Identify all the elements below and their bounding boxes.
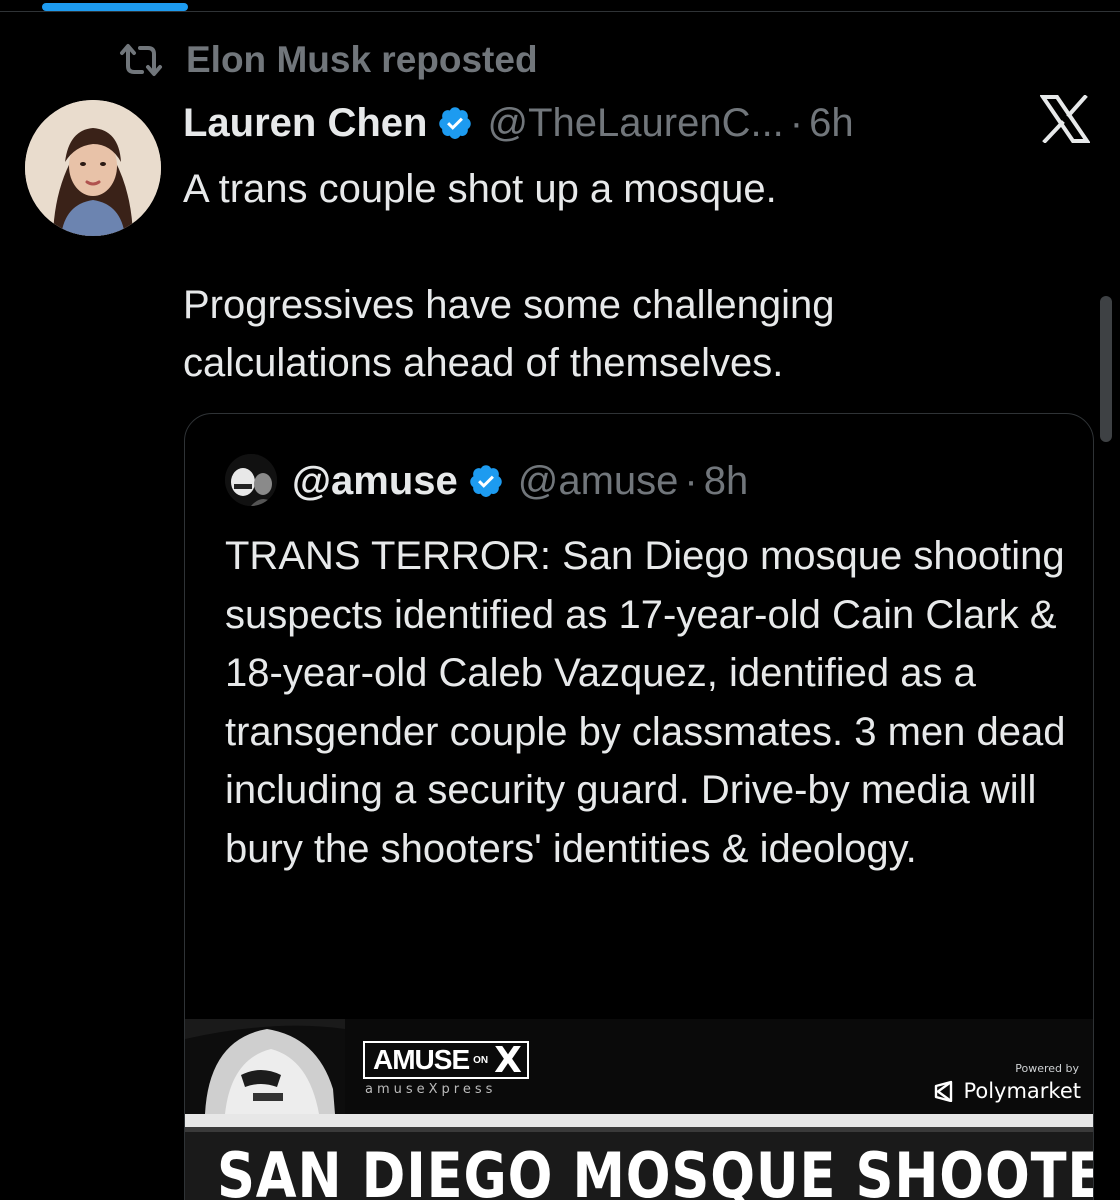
quoted-tweet-time[interactable]: 8h: [704, 459, 749, 504]
quoted-tweet-text: TRANS TERROR: San Diego mosque shooting …: [225, 534, 1066, 871]
media-headline-band: SAN DIEGO MOSQUE SHOOTERS: [185, 1127, 1094, 1200]
polymarket-label: Polymarket: [963, 1079, 1081, 1103]
quoted-media-banner[interactable]: AMUSE ON X amuseXpress Powered by Polyma…: [185, 1019, 1093, 1114]
repost-context[interactable]: Elon Musk reposted: [118, 38, 538, 82]
top-divider: [0, 11, 1120, 12]
tweet-header: Lauren Chen @TheLaurenC... · 6h: [183, 98, 854, 148]
scrollbar-thumb[interactable]: [1100, 296, 1112, 442]
stormtrooper-image: [185, 1019, 345, 1114]
x-logo-icon: [1040, 95, 1090, 143]
media-divider: [185, 1114, 1093, 1127]
amuse-subtitle: amuseXpress: [365, 1082, 497, 1097]
tweet-text-line: Progressives have some challenging calcu…: [183, 283, 835, 385]
repost-icon: [118, 42, 164, 78]
quoted-author-avatar[interactable]: [225, 454, 277, 506]
quoted-tweet-header: @amuse @amuse · 8h: [292, 456, 748, 506]
tweet-time[interactable]: 6h: [809, 101, 854, 146]
media-headline: SAN DIEGO MOSQUE SHOOTERS: [217, 1139, 1094, 1200]
polymarket-brand: Polymarket: [933, 1077, 1081, 1105]
powered-by-label: Powered by: [1015, 1062, 1079, 1075]
amuse-logo-on: ON: [473, 1054, 489, 1066]
author-display-name[interactable]: Lauren Chen: [183, 101, 427, 146]
amuse-logo: AMUSE ON X: [363, 1039, 529, 1081]
quoted-tweet-card[interactable]: @amuse @amuse · 8h TRANS TERROR: San Die…: [184, 413, 1094, 1200]
active-tab-indicator: [42, 3, 188, 11]
repost-label: Elon Musk reposted: [186, 39, 538, 80]
tweet-text: A trans couple shot up a mosque. Progres…: [183, 160, 1043, 392]
author-handle[interactable]: @TheLaurenC...: [487, 101, 783, 146]
amuse-logo-x: X: [494, 1039, 522, 1081]
tweet-text-line: A trans couple shot up a mosque.: [183, 167, 777, 211]
quoted-author-handle[interactable]: @amuse: [518, 459, 679, 504]
polymarket-logo-icon: [933, 1080, 963, 1102]
quoted-author-display-name[interactable]: @amuse: [292, 459, 458, 504]
meta-separator: ·: [684, 458, 698, 503]
meta-separator: ·: [789, 100, 804, 145]
author-avatar[interactable]: [25, 100, 161, 236]
verified-badge-icon: [468, 463, 504, 499]
verified-badge-icon: [437, 105, 473, 141]
amuse-logo-text: AMUSE: [373, 1044, 470, 1075]
